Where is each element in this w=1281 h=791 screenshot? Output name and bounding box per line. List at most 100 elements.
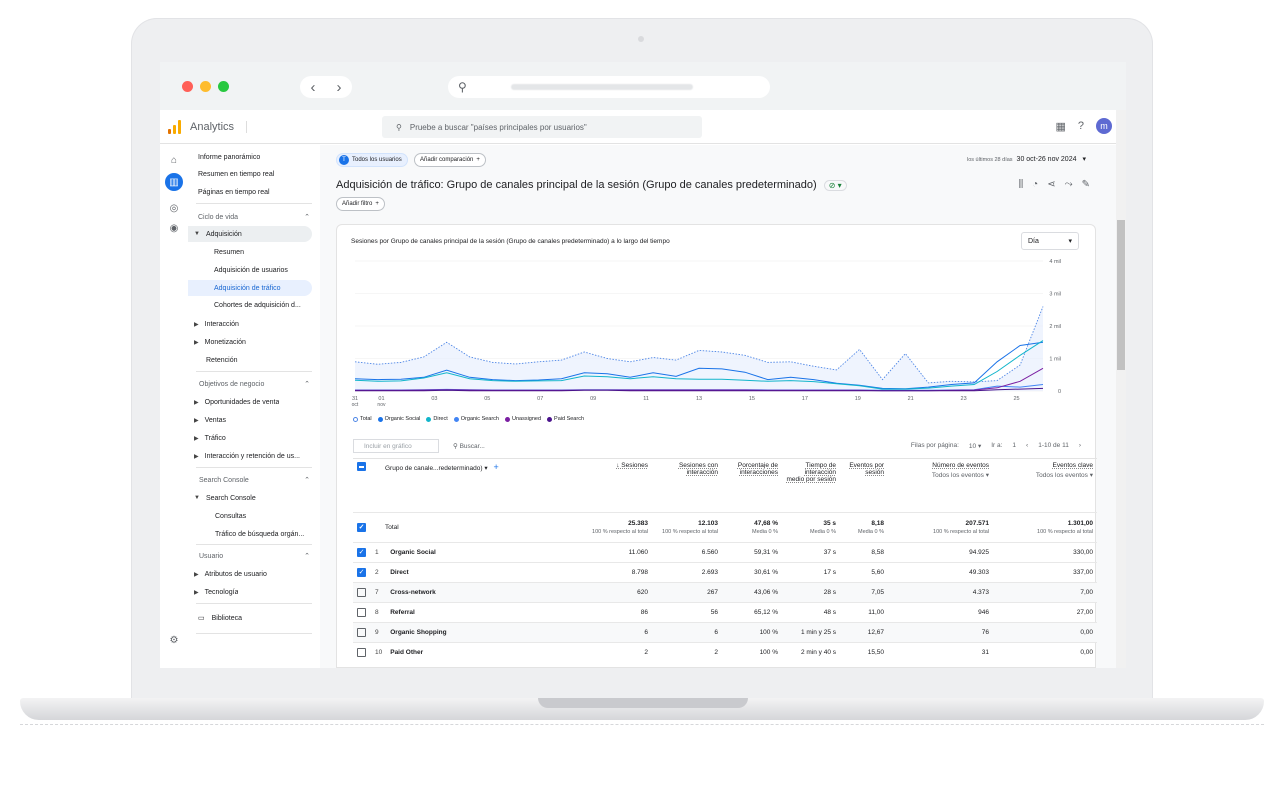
nav-monetization[interactable]: ▶ Monetización: [194, 334, 246, 350]
nav-engagement[interactable]: ▶ Interacción: [194, 316, 239, 332]
nav-traffic[interactable]: ▶ Tráfico: [194, 430, 226, 446]
legend-item[interactable]: Total: [353, 416, 372, 422]
insights-icon[interactable]: ◔: [1032, 179, 1038, 190]
nav-section-search-console[interactable]: Search Console ⌃: [199, 472, 310, 488]
row-checkbox[interactable]: [357, 628, 366, 637]
legend-item[interactable]: Paid Search: [547, 416, 584, 422]
date-range-picker[interactable]: los últimos 28 días 30 oct-26 nov 2024 ▾: [967, 155, 1086, 163]
edit-pencil-icon[interactable]: ✎: [1082, 179, 1090, 190]
nav-acq-users[interactable]: Adquisición de usuarios: [214, 262, 288, 278]
col-sub[interactable]: Todos los eventos ▾: [997, 471, 1093, 479]
next-page-icon[interactable]: ›: [1079, 442, 1081, 450]
nav-acquisition[interactable]: ▼ Adquisición: [188, 226, 312, 242]
app-name: Analytics: [190, 120, 248, 133]
advertising-icon[interactable]: ◉: [167, 221, 181, 235]
nav-acq-traffic[interactable]: Adquisición de tráfico: [188, 280, 312, 296]
row-name[interactable]: Organic Social: [386, 542, 571, 563]
granularity-select[interactable]: Día ▾: [1021, 232, 1079, 250]
include-in-chart-button[interactable]: Incluir en gráfico: [353, 439, 439, 453]
trend-icon[interactable]: ⤳: [1065, 179, 1073, 190]
legend-item[interactable]: Unassigned: [505, 416, 541, 422]
row-checkbox[interactable]: ✓: [357, 548, 366, 557]
nav-realtime-pages[interactable]: Páginas en tiempo real: [198, 184, 270, 200]
row-value: 56: [652, 602, 722, 623]
column-header[interactable]: Número de eventos Todos los eventos ▾: [888, 458, 993, 513]
column-header[interactable]: Eventos clave Todos los eventos ▾: [993, 458, 1097, 513]
global-search[interactable]: ⚲ Pruebe a buscar "países principales po…: [382, 116, 702, 138]
scrollbar[interactable]: [1116, 110, 1126, 668]
nav-engagement-retention[interactable]: ▶ Interacción y retención de us...: [194, 448, 314, 464]
nav-section-lifecycle[interactable]: Ciclo de vida ⌃: [198, 209, 310, 225]
nav-user-attributes[interactable]: ▶ Atributos de usuario: [194, 566, 267, 582]
go-to-input[interactable]: 1: [1012, 442, 1016, 450]
prev-page-icon[interactable]: ‹: [1026, 442, 1028, 450]
nav-technology[interactable]: ▶ Tecnología: [194, 584, 238, 600]
column-header[interactable]: Porcentaje de interacciones: [722, 458, 782, 513]
nav-acq-cohorts[interactable]: Cohortes de adquisición d...: [214, 297, 301, 313]
add-dimension-icon[interactable]: +: [493, 462, 498, 472]
column-header[interactable]: ↓ Sesiones: [570, 458, 652, 513]
select-all-checkbox[interactable]: [357, 462, 366, 471]
column-header[interactable]: Sesiones con interacción: [652, 458, 722, 513]
avatar[interactable]: m: [1096, 118, 1112, 134]
total-checkbox[interactable]: ✓: [357, 523, 366, 532]
share-icon[interactable]: ⋖: [1047, 179, 1055, 190]
url-bar[interactable]: ⚲: [448, 76, 770, 98]
table-row[interactable]: ✓ 2 Direct 8.798 2.693 30,61 % 17 s 5,60 49.303 3…: [353, 562, 1097, 583]
table-row[interactable]: 10 Paid Other 2 2 100 % 2 min y 40 s 15,50 31 0,…: [353, 642, 1097, 663]
nav-realtime-summary[interactable]: Resumen en tiempo real: [198, 166, 274, 182]
minimize-window-dot[interactable]: [200, 81, 211, 92]
reports-icon[interactable]: ▥: [165, 173, 183, 191]
nav-overview[interactable]: Informe panorámico: [198, 149, 260, 165]
table-row[interactable]: 8 Referral 86 56 65,12 % 48 s 11,00 946 27,00: [353, 602, 1097, 623]
table-row[interactable]: 9 Organic Shopping 6 6 100 % 1 min y 25 s 12,6…: [353, 622, 1097, 643]
row-name[interactable]: Cross-network: [386, 582, 571, 603]
rows-per-page-select[interactable]: 10 ▾: [969, 442, 981, 450]
nav-sales[interactable]: ▶ Ventas: [194, 412, 226, 428]
row-checkbox[interactable]: [357, 608, 366, 617]
row-value: 2: [652, 642, 722, 663]
nav-search-console[interactable]: ▼ Search Console: [194, 490, 256, 506]
row-checkbox[interactable]: ✓: [357, 568, 366, 577]
table-row[interactable]: 7 Cross-network 620 267 43,06 % 28 s 7,05 4.373…: [353, 582, 1097, 603]
table-row[interactable]: ✓ 1 Organic Social 11.060 6.560 59,31 % 37 s 8,…: [353, 542, 1097, 563]
help-icon[interactable]: ?: [1078, 120, 1084, 132]
legend-item[interactable]: Direct: [426, 416, 448, 422]
home-icon[interactable]: ⌂: [167, 153, 181, 167]
row-name[interactable]: Referral: [386, 602, 571, 623]
col-sub[interactable]: Todos los eventos ▾: [892, 471, 989, 479]
table-toolbar: Incluir en gráfico ⚲ Buscar... Filas por…: [353, 439, 1081, 455]
row-name[interactable]: Organic Shopping: [386, 622, 571, 643]
status-check-icon[interactable]: ⊘ ▾: [823, 180, 847, 191]
row-name[interactable]: Direct: [386, 562, 571, 583]
nav-section-user[interactable]: Usuario ⌃: [199, 548, 310, 564]
compare-icon[interactable]: ⫼: [1019, 179, 1024, 190]
dimension-header[interactable]: Grupo de canale...redeterminado) ▾ +: [371, 458, 571, 513]
nav-queries[interactable]: Consultas: [215, 508, 246, 524]
legend-item[interactable]: Organic Search: [453, 416, 499, 422]
row-checkbox[interactable]: [357, 588, 366, 597]
nav-section-business[interactable]: Objetivos de negocio ⌃: [199, 376, 310, 392]
nav-retention[interactable]: Retención: [206, 352, 238, 368]
add-filter-chip[interactable]: Añadir filtro +: [336, 197, 385, 211]
row-name[interactable]: Paid Other: [386, 642, 571, 663]
legend-item[interactable]: Organic Social: [377, 416, 420, 422]
nav-sales-opportunities[interactable]: ▶ Oportunidades de venta: [194, 394, 279, 410]
apps-grid-icon[interactable]: ▦: [1055, 120, 1065, 133]
maximize-window-dot[interactable]: [218, 81, 229, 92]
all-users-chip[interactable]: T Todos los usuarios: [336, 153, 408, 167]
explore-icon[interactable]: ◎: [167, 201, 181, 215]
scrollbar-thumb[interactable]: [1117, 220, 1125, 370]
settings-gear-icon[interactable]: ⚙: [167, 633, 181, 647]
nav-library[interactable]: ▭ Biblioteca: [198, 610, 242, 626]
row-checkbox[interactable]: [357, 648, 366, 658]
forward-arrow-icon[interactable]: ›: [337, 79, 342, 96]
column-header[interactable]: Tiempo de interacción medio por sesión: [782, 458, 840, 513]
nav-organic-traffic[interactable]: Tráfico de búsqueda orgán...: [215, 526, 304, 542]
column-header[interactable]: Eventos por sesión: [840, 458, 888, 513]
table-search[interactable]: ⚲ Buscar...: [453, 442, 485, 450]
nav-acq-summary[interactable]: Resumen: [214, 244, 244, 260]
add-comparison-chip[interactable]: Añadir comparación +: [414, 153, 486, 167]
close-window-dot[interactable]: [182, 81, 193, 92]
back-arrow-icon[interactable]: ‹: [311, 79, 316, 96]
